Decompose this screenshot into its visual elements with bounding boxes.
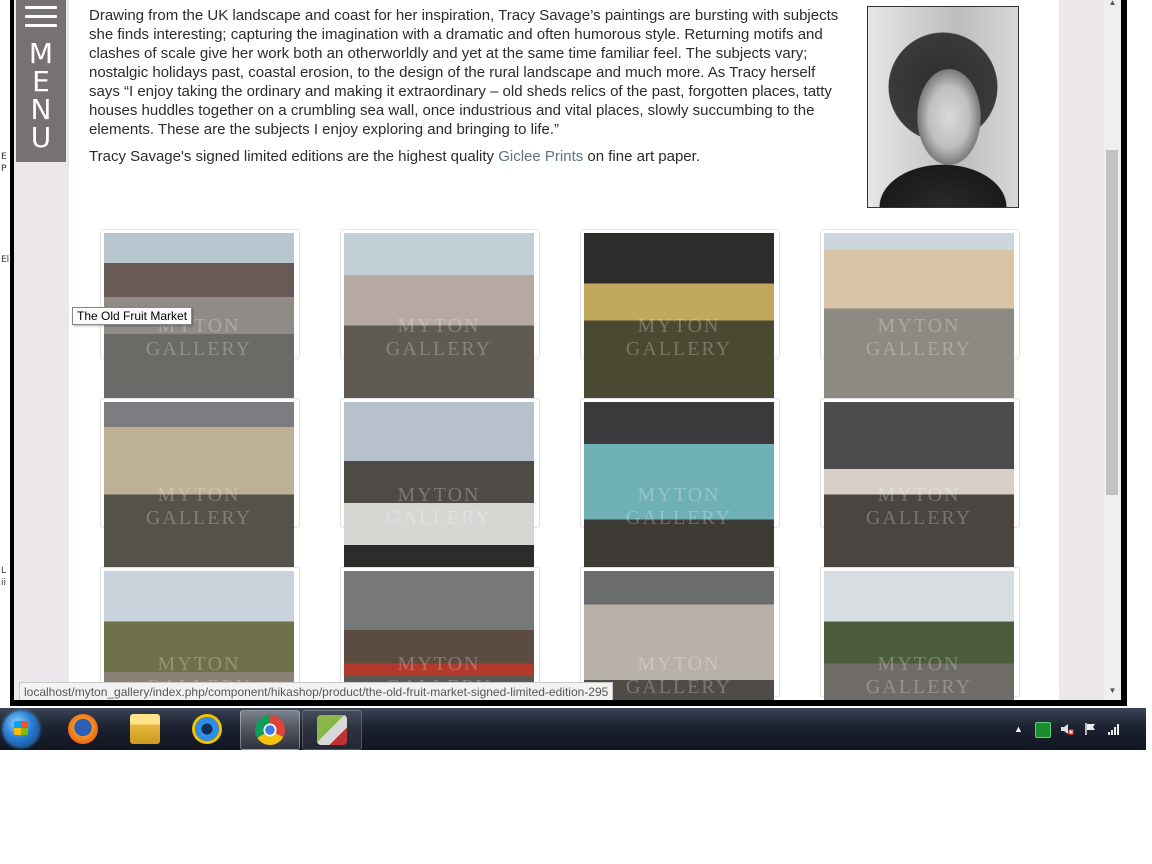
desktop-text-fragment: P — [1, 164, 7, 174]
intro-paragraph-editions: Tracy Savage's signed limited editions a… — [89, 147, 839, 166]
signal-bars-icon[interactable] — [1107, 722, 1121, 736]
taskbar-network-app[interactable] — [302, 710, 362, 750]
product-thumbnail-painting-11[interactable]: MYTON GALLERY — [584, 571, 774, 700]
editions-text-end: on fine art paper. — [583, 148, 700, 165]
giclee-prints-link[interactable]: Giclee Prints — [498, 148, 583, 165]
product-thumbnail-painting-3[interactable]: MYTON GALLERY — [584, 233, 774, 401]
watermark: MYTON GALLERY — [865, 653, 973, 698]
action-center-flag-icon[interactable] — [1084, 722, 1098, 736]
intro-paragraph: Drawing from the UK landscape and coast … — [89, 7, 839, 138]
product-thumbnail-painting-2[interactable]: MYTON GALLERY — [344, 233, 534, 401]
vertical-scrollbar[interactable]: ▲ ▼ — [1104, 0, 1121, 700]
speaker-muted-icon[interactable] — [1060, 722, 1074, 736]
watermark: MYTON GALLERY — [625, 484, 733, 529]
product-thumbnail-painting-7[interactable]: MYTON GALLERY — [584, 402, 774, 570]
editions-text: Tracy Savage's signed limited editions a… — [89, 148, 499, 165]
watermark: MYTON GALLERY — [385, 484, 493, 529]
watermark: MYTON GALLERY — [865, 484, 973, 529]
network-app-icon — [317, 715, 347, 745]
taskbar-internet-explorer[interactable] — [178, 710, 236, 748]
green-app-icon[interactable] — [1035, 722, 1051, 738]
product-tooltip: The Old Fruit Market — [72, 307, 193, 325]
scroll-down-icon[interactable]: ▼ — [1107, 686, 1118, 696]
page-viewport: M E N U Drawing from the UK landscape an… — [14, 0, 1104, 700]
watermark: MYTON GALLERY — [145, 484, 253, 529]
menu-letter: U — [30, 121, 52, 154]
product-thumbnail-painting-8[interactable]: MYTON GALLERY — [824, 402, 1014, 570]
scroll-up-icon[interactable]: ▲ — [1107, 0, 1118, 8]
menu-letter: E — [32, 65, 50, 98]
browser-window: M E N U Drawing from the UK landscape an… — [10, 0, 1127, 706]
arrow-up-icon[interactable]: ▲ — [1014, 722, 1028, 736]
windows-taskbar: ▲ — [0, 708, 1146, 750]
product-thumbnail-painting-5[interactable]: MYTON GALLERY — [104, 402, 294, 570]
scroll-thumb[interactable] — [1106, 150, 1118, 495]
product-thumbnail-painting-9[interactable]: MYTON GALLERY — [104, 571, 294, 700]
watermark: MYTON GALLERY — [385, 315, 493, 360]
firefox-icon — [68, 714, 98, 744]
content-page: Drawing from the UK landscape and coast … — [69, 0, 1059, 700]
start-button-icon[interactable] — [3, 711, 39, 747]
internet-explorer-icon — [192, 714, 222, 744]
product-thumbnail-painting-4[interactable]: MYTON GALLERY — [824, 233, 1014, 401]
menu-letter: M — [28, 37, 54, 70]
taskbar-explorer[interactable] — [116, 710, 174, 748]
desktop-text-fragment: L — [1, 566, 7, 576]
taskbar-chrome[interactable] — [240, 710, 300, 750]
desktop-text-fragment: El — [1, 255, 10, 265]
status-url: localhost/myton_gallery/index.php/compon… — [19, 682, 614, 700]
menu-letter: N — [30, 93, 52, 126]
product-thumbnail-painting-10[interactable]: MYTON GALLERY — [344, 571, 534, 700]
hamburger-icon — [25, 6, 57, 28]
explorer-icon — [130, 714, 160, 744]
artist-portrait — [867, 6, 1019, 208]
watermark: MYTON GALLERY — [625, 315, 733, 360]
watermark: MYTON GALLERY — [865, 315, 973, 360]
taskbar-firefox[interactable] — [54, 710, 112, 748]
menu-button[interactable]: M E N U — [16, 0, 66, 162]
desktop-text-fragment: ii — [1, 578, 7, 588]
product-thumbnail-painting-12[interactable]: MYTON GALLERY — [824, 571, 1014, 700]
desktop-text-fragment: E — [1, 152, 7, 162]
artist-intro: Drawing from the UK landscape and coast … — [89, 6, 839, 174]
product-thumbnail-painting-6[interactable]: MYTON GALLERY — [344, 402, 534, 570]
chrome-icon — [255, 715, 285, 745]
